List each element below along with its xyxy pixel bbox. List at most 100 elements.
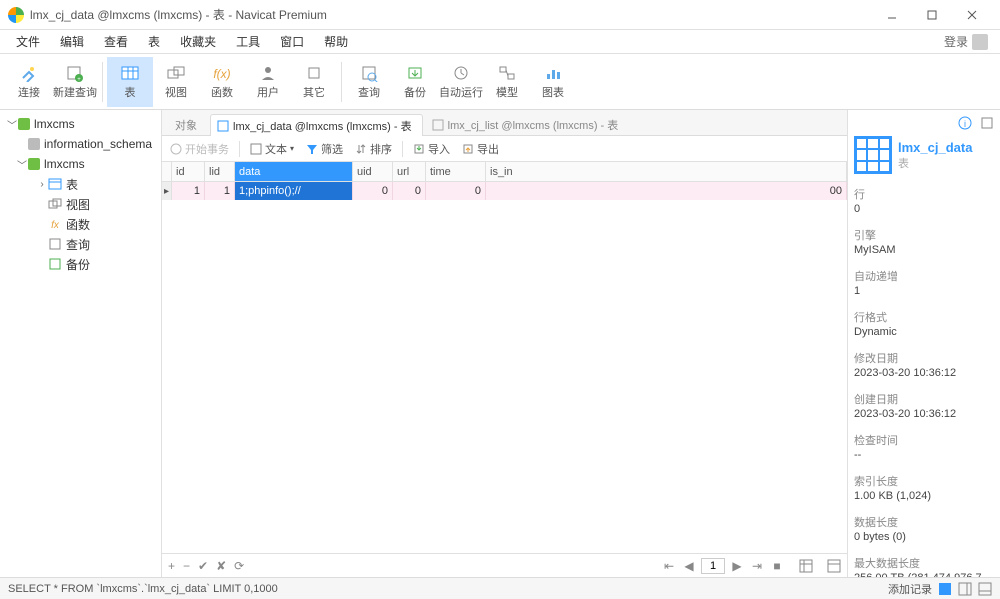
expand-icon[interactable]: ﹀ <box>6 117 18 132</box>
tree-item-views[interactable]: 视图 <box>2 194 159 214</box>
export-button[interactable]: 导出 <box>460 139 501 159</box>
expand-icon[interactable]: › <box>36 179 48 190</box>
col-url[interactable]: url <box>393 162 426 181</box>
toolbar-model[interactable]: 模型 <box>484 57 530 107</box>
tree-db-information-schema[interactable]: information_schema <box>2 134 159 154</box>
toolbar-other[interactable]: 其它 <box>291 57 337 107</box>
grid-view-icon[interactable] <box>799 559 813 573</box>
svg-text:f(x): f(x) <box>213 67 230 81</box>
sort-button[interactable]: 排序 <box>353 139 394 159</box>
clock-icon <box>451 64 471 82</box>
grid-row[interactable]: ▸ 1 1 1;phpinfo();// 0 0 0 00 <box>162 182 847 200</box>
chevron-down-icon: ▾ <box>290 144 294 153</box>
info-panel: i lmx_cj_data 表 行0 引擎MyISAM 自动递增1 行格式Dyn… <box>848 110 1000 577</box>
menu-edit[interactable]: 编辑 <box>50 31 94 52</box>
col-data[interactable]: data <box>235 162 353 181</box>
plug-icon <box>19 64 39 82</box>
cell-uid[interactable]: 0 <box>353 182 393 200</box>
function-icon: f(x) <box>212 64 232 82</box>
page-input[interactable] <box>701 558 725 574</box>
cancel-button[interactable]: ✘ <box>216 559 226 573</box>
add-row-button[interactable]: + <box>168 559 175 573</box>
row-header-corner <box>162 162 172 181</box>
col-is-in[interactable]: is_in <box>486 162 847 181</box>
main-toolbar: 连接 + 新建查询 表 视图 f(x) 函数 用户 其它 <box>0 54 1000 110</box>
last-page-button[interactable]: ⇥ <box>749 559 765 573</box>
menu-help[interactable]: 帮助 <box>314 31 358 52</box>
data-toolbar: 开始事务 文本 ▾ 筛选 排序 导入 导出 <box>162 136 847 162</box>
toolbar-automation[interactable]: 自动运行 <box>438 57 484 107</box>
import-icon <box>413 143 425 155</box>
layout1-icon[interactable] <box>938 582 952 596</box>
col-uid[interactable]: uid <box>353 162 393 181</box>
import-button[interactable]: 导入 <box>411 139 452 159</box>
delete-row-button[interactable]: − <box>183 559 190 573</box>
toolbar-table[interactable]: 表 <box>107 57 153 107</box>
col-time[interactable]: time <box>426 162 486 181</box>
info-subtitle: 表 <box>898 155 972 171</box>
col-lid[interactable]: lid <box>205 162 235 181</box>
row-marker-icon: ▸ <box>162 182 172 200</box>
table-icon <box>217 120 229 132</box>
toolbar-connection[interactable]: 连接 <box>6 57 52 107</box>
tree-item-backups[interactable]: 备份 <box>2 254 159 274</box>
first-page-button[interactable]: ⇤ <box>661 559 677 573</box>
tree-db-lmxcms[interactable]: ﹀ lmxcms <box>2 154 159 174</box>
tab-lmx-cj-list[interactable]: lmx_cj_list @lmxcms (lmxcms) - 表 <box>425 113 630 135</box>
login-link[interactable]: 登录 <box>944 33 994 50</box>
connection-tree: ﹀ lmxcms information_schema ﹀ lmxcms › 表… <box>0 110 162 577</box>
tree-connection-lmxcms[interactable]: ﹀ lmxcms <box>2 114 159 134</box>
toolbar-view[interactable]: 视图 <box>153 57 199 107</box>
tree-item-functions[interactable]: fx 函数 <box>2 214 159 234</box>
col-id[interactable]: id <box>172 162 205 181</box>
tree-item-queries[interactable]: 查询 <box>2 234 159 254</box>
text-mode-button[interactable]: 文本 ▾ <box>248 139 296 159</box>
expand-icon[interactable]: ﹀ <box>16 157 28 172</box>
apply-button[interactable]: ✔ <box>198 559 208 573</box>
toolbar-function[interactable]: f(x) 函数 <box>199 57 245 107</box>
menu-view[interactable]: 查看 <box>94 31 138 52</box>
cell-lid[interactable]: 1 <box>205 182 235 200</box>
layout3-icon[interactable] <box>978 582 992 596</box>
menu-window[interactable]: 窗口 <box>270 31 314 52</box>
info-title: lmx_cj_data <box>898 140 972 155</box>
refresh-button[interactable]: ⟳ <box>234 559 244 573</box>
begin-transaction-button[interactable]: 开始事务 <box>168 139 231 159</box>
menu-tools[interactable]: 工具 <box>226 31 270 52</box>
svg-text:+: + <box>77 77 81 82</box>
next-page-button[interactable]: ▶ <box>729 559 745 573</box>
cell-is-in[interactable]: 00 <box>486 182 847 200</box>
view-icon <box>48 197 62 211</box>
toolbar-new-query[interactable]: + 新建查询 <box>52 57 98 107</box>
cell-time[interactable]: 0 <box>426 182 486 200</box>
form-view-icon[interactable] <box>827 559 841 573</box>
menu-table[interactable]: 表 <box>138 31 170 52</box>
cell-url[interactable]: 0 <box>393 182 426 200</box>
menu-file[interactable]: 文件 <box>6 31 50 52</box>
data-grid[interactable]: id lid data uid url time is_in ▸ 1 1 1;p… <box>162 162 847 553</box>
maximize-button[interactable] <box>912 2 952 28</box>
toolbar-query[interactable]: 查询 <box>346 57 392 107</box>
ddl-icon[interactable] <box>980 116 994 130</box>
stop-button[interactable]: ■ <box>769 559 785 573</box>
minimize-button[interactable] <box>872 2 912 28</box>
app-icon <box>8 7 24 23</box>
close-button[interactable] <box>952 2 992 28</box>
toolbar-user[interactable]: 用户 <box>245 57 291 107</box>
tab-objects[interactable]: 对象 <box>168 113 208 135</box>
tree-item-tables[interactable]: › 表 <box>2 174 159 194</box>
tab-lmx-cj-data[interactable]: lmx_cj_data @lmxcms (lmxcms) - 表 <box>210 114 423 136</box>
info-icon[interactable]: i <box>958 116 972 130</box>
menu-favorites[interactable]: 收藏夹 <box>170 31 226 52</box>
cell-id[interactable]: 1 <box>172 182 205 200</box>
toolbar-backup[interactable]: 备份 <box>392 57 438 107</box>
window-title: lmx_cj_data @lmxcms (lmxcms) - 表 - Navic… <box>30 6 327 23</box>
prev-page-button[interactable]: ◀ <box>681 559 697 573</box>
filter-button[interactable]: 筛选 <box>304 139 345 159</box>
toolbar-chart[interactable]: 图表 <box>530 57 576 107</box>
database-icon <box>28 158 40 170</box>
layout2-icon[interactable] <box>958 582 972 596</box>
cell-data[interactable]: 1;phpinfo();// <box>235 182 353 200</box>
title-bar: lmx_cj_data @lmxcms (lmxcms) - 表 - Navic… <box>0 0 1000 30</box>
user-icon <box>258 64 278 82</box>
